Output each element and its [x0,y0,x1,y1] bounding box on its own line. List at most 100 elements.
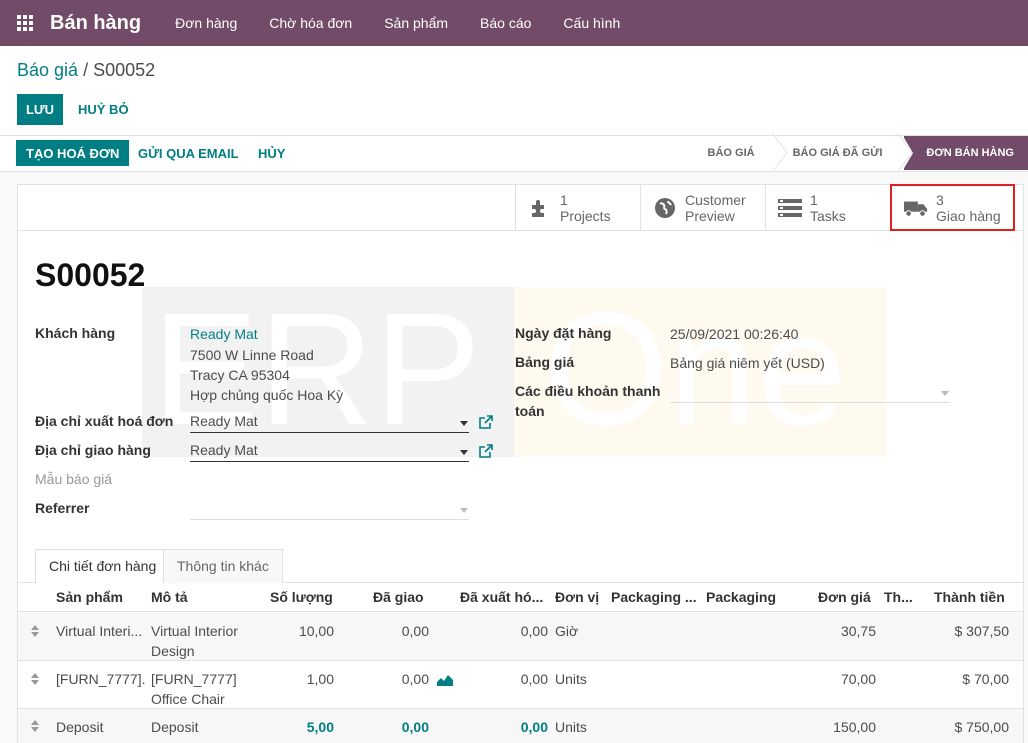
customer-link[interactable]: Ready Mat [190,326,258,342]
tasks-icon [778,196,802,220]
create-invoice-button[interactable]: TẠO HOÁ ĐƠN [16,140,130,166]
pricelist-value[interactable]: Bảng giá niêm yết (USD) [670,355,825,371]
apps-menu-icon[interactable] [0,0,50,46]
col-subtotal[interactable]: Thành tiền [934,589,1005,605]
send-email-button[interactable]: GỬI QUA EMAIL [128,140,249,166]
delivery-smart-button[interactable]: 3 Giao hàng [890,184,1015,231]
col-quantity[interactable]: Số lượng [270,589,333,605]
breadcrumb-parent[interactable]: Báo giá [17,60,78,80]
invoice-address-external-link-icon[interactable] [479,415,493,429]
col-invoiced[interactable]: Đã xuất hó... [460,589,550,605]
stage-quotation-sent[interactable]: BÁO GIÁ ĐÃ GỬI [779,136,905,170]
tasks-label: Tasks [810,208,846,224]
nav-products[interactable]: Sản phẩm [368,0,464,46]
invoice-address-label: Địa chỉ xuất hoá đơn [35,413,174,429]
col-uom[interactable]: Đơn vị [555,589,599,605]
cancel-order-button[interactable]: HỦY [248,140,295,166]
table-row[interactable]: [FURN_7777]... [FURN_7777] Office Chair … [18,661,1023,709]
customer-address-line-3: Hợp chủng quốc Hoa Kỳ [190,387,344,403]
status-bar: TẠO HOÁ ĐƠN GỬI QUA EMAIL HỦY BÁO GIÁ BÁ… [0,136,1028,172]
discard-button[interactable]: HUỶ BỎ [72,94,135,125]
row-quantity: 10,00 [298,623,334,639]
row-invoiced: 0,00 [520,623,548,639]
control-panel: Báo giá / S00052 LƯU HUỶ BỎ [0,46,1028,136]
stage-pipeline: BÁO GIÁ BÁO GIÁ ĐÃ GỬI ĐƠN BÁN HÀNG [694,136,1028,170]
order-date-value[interactable]: 25/09/2021 00:26:40 [670,326,798,342]
customer-preview-label-2: Preview [685,208,735,224]
tab-order-lines[interactable]: Chi tiết đơn hàng [35,549,171,584]
referrer-field[interactable] [190,498,469,520]
col-taxes[interactable]: Th... [884,589,914,605]
invoice-address-dropdown-icon[interactable] [460,421,468,426]
col-description[interactable]: Mô tả [151,589,188,605]
row-delivered[interactable]: 0,00 [363,719,429,735]
col-unit-price[interactable]: Đơn giá [818,589,871,605]
record-title: S00052 [35,257,146,293]
drag-handle-icon[interactable] [30,673,40,687]
watermark-right: One [514,287,887,457]
row-description-line-1: [FURN_7777] [151,671,237,687]
payment-terms-field[interactable] [670,381,950,403]
row-unit-price: 70,00 [840,671,876,687]
customer-address-line-1: 7500 W Linne Road [190,347,314,363]
save-button[interactable]: LƯU [17,94,63,125]
row-uom: Units [555,719,587,735]
row-unit-price: 150,00 [833,719,876,735]
nav-reporting[interactable]: Báo cáo [464,0,547,46]
tasks-smart-button[interactable]: 1 Tasks [765,185,890,231]
row-product[interactable]: [FURN_7777]... [56,671,146,687]
col-packaging-qty[interactable]: Packaging ... [611,589,699,605]
col-delivered[interactable]: Đã giao [373,589,424,605]
col-packaging[interactable]: Packaging [706,589,776,605]
top-navbar: Bán hàng Đơn hàng Chờ hóa đơn Sản phẩm B… [0,0,1028,46]
projects-smart-button[interactable]: 1 Projects [515,185,640,231]
col-product[interactable]: Sản phẩm [56,589,123,605]
customer-label: Khách hàng [35,325,116,341]
delivery-address-field[interactable]: Ready Mat [190,440,469,462]
referrer-label: Referrer [35,500,90,516]
quotation-template-label: Mẫu báo giá [35,471,113,487]
table-row[interactable]: Deposit Deposit 5,00 0,00 0,00 Units 150… [18,709,1023,743]
customer-address-line-2: Tracy CA 95304 [190,367,290,383]
smart-button-box: 1 Projects Customer Preview 1 Tasks 3 Giao h… [18,184,1023,231]
pricelist-label: Bảng giá [515,354,575,370]
forecast-chart-icon[interactable] [437,674,453,686]
breadcrumb: Báo giá / S00052 [17,60,155,81]
invoice-address-field[interactable]: Ready Mat [190,411,469,433]
drag-handle-icon[interactable] [30,720,40,734]
order-date-label: Ngày đặt hàng [515,325,612,341]
row-subtotal: $ 307,50 [954,623,1010,639]
customer-preview-label-1: Customer [685,192,746,208]
stage-quotation[interactable]: BÁO GIÁ [694,136,779,170]
app-brand[interactable]: Bán hàng [50,12,141,35]
stage-sales-order[interactable]: ĐƠN BÁN HÀNG [903,136,1028,170]
row-quantity[interactable]: 5,00 [268,719,334,735]
customer-preview-smart-button[interactable]: Customer Preview [640,185,765,231]
row-delivered: 0,00 [401,671,429,687]
row-delivered: 0,00 [401,623,429,639]
referrer-dropdown-icon[interactable] [460,508,468,513]
drag-handle-icon[interactable] [30,625,40,639]
row-description-line-2: Office Chair [151,691,225,707]
payment-terms-dropdown-icon[interactable] [941,391,949,396]
invoice-address-value: Ready Mat [190,413,258,429]
nav-to-invoice[interactable]: Chờ hóa đơn [253,0,368,46]
puzzle-icon [528,196,552,220]
delivery-label: Giao hàng [936,207,1001,224]
row-product[interactable]: Virtual Interi... [56,623,146,639]
delivery-address-dropdown-icon[interactable] [460,450,468,455]
nav-configuration[interactable]: Cấu hình [547,0,636,46]
truck-icon [904,196,928,220]
table-row[interactable]: Virtual Interi... Virtual Interior Desig… [18,613,1023,661]
row-uom: Units [555,671,587,687]
row-quantity: 1,00 [306,671,334,687]
row-invoiced[interactable]: 0,00 [482,719,548,735]
delivery-address-external-link-icon[interactable] [479,444,493,458]
row-unit-price: 30,75 [840,623,876,639]
tab-other-info[interactable]: Thông tin khác [163,549,283,583]
nav-orders[interactable]: Đơn hàng [159,0,253,46]
delivery-address-value: Ready Mat [190,442,258,458]
row-uom: Giờ [555,623,579,639]
row-product[interactable]: Deposit [56,719,103,735]
delivery-address-label: Địa chỉ giao hàng [35,442,151,458]
